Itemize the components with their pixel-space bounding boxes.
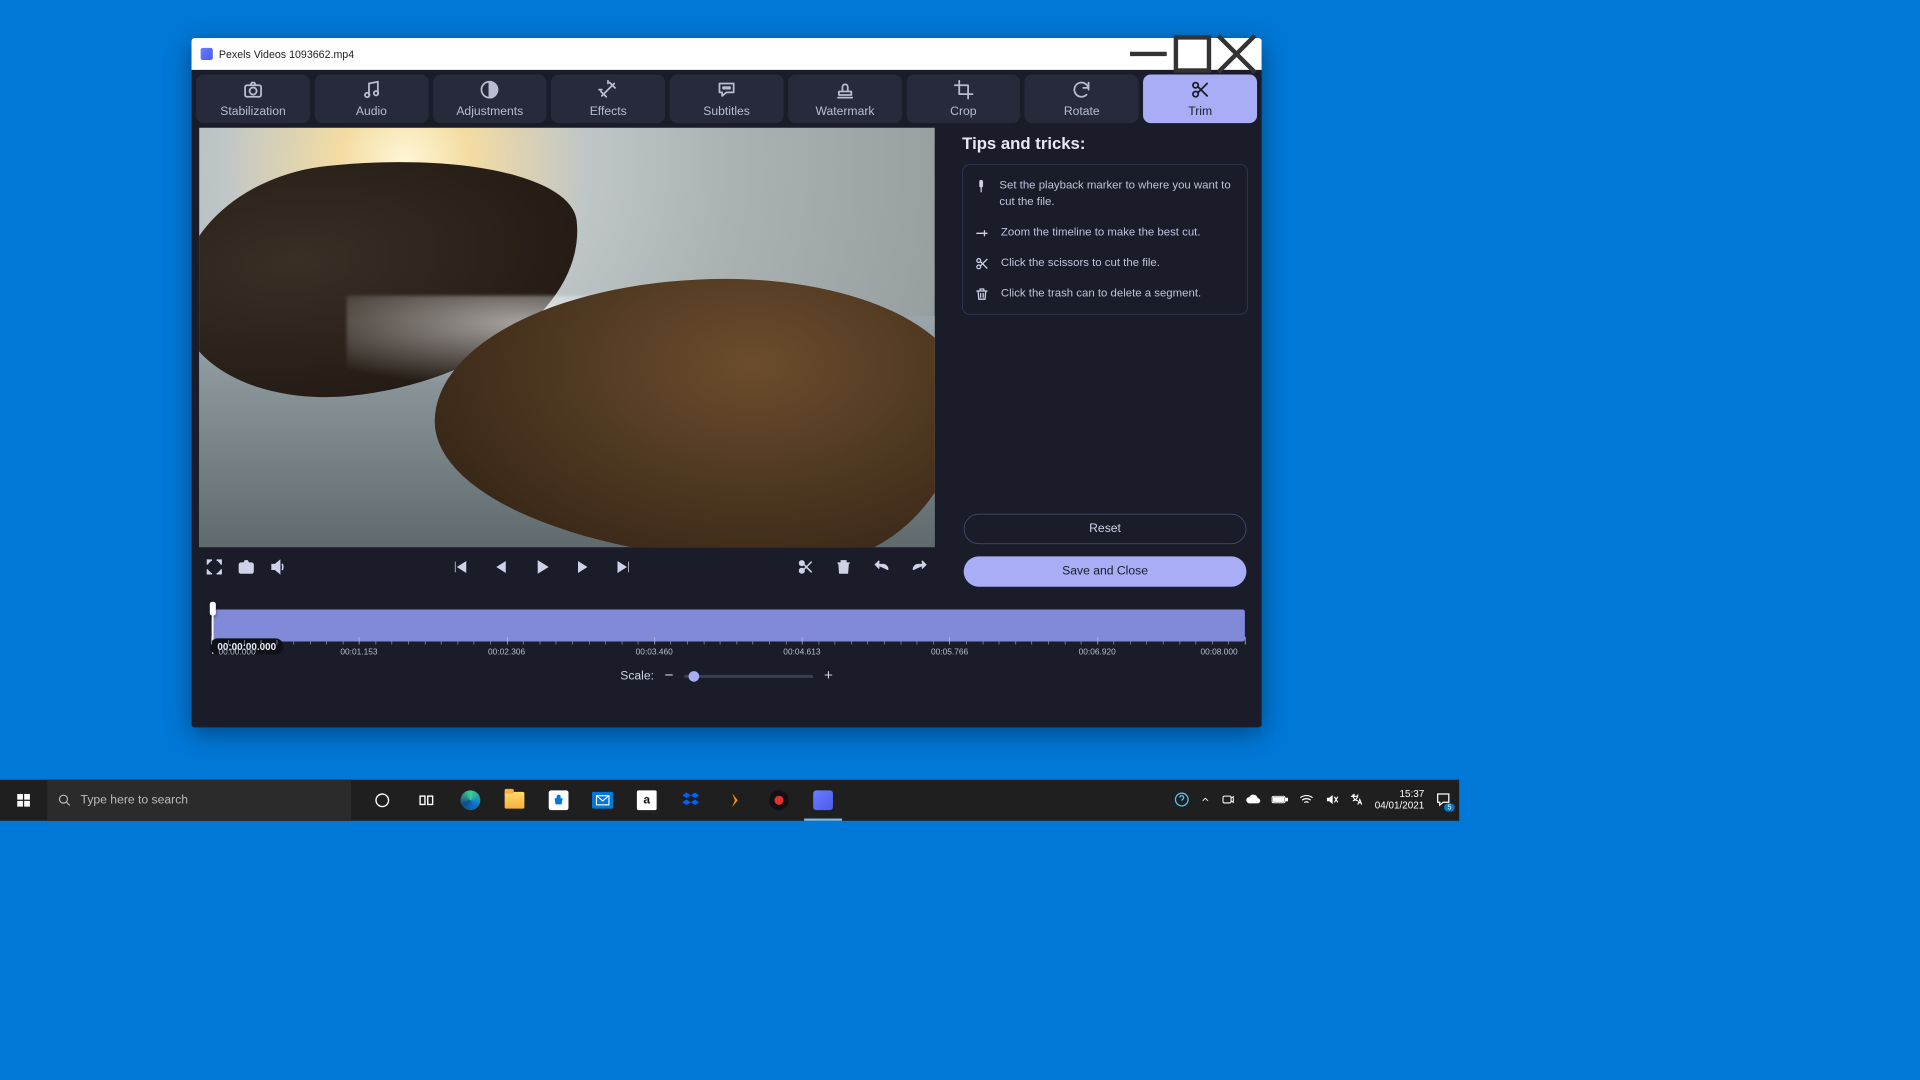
scale-slider[interactable] (684, 675, 813, 678)
taskbar-search[interactable]: Type here to search (47, 780, 351, 821)
undo-button[interactable] (871, 556, 892, 577)
delete-button[interactable] (833, 556, 854, 577)
tips-heading: Tips and tricks: (962, 134, 1248, 154)
tool-trim[interactable]: Trim (1143, 74, 1257, 123)
tray-clock[interactable]: 15:37 04/01/2021 (1375, 789, 1424, 812)
tool-label: Rotate (1064, 105, 1100, 119)
reset-button[interactable]: Reset (964, 514, 1247, 544)
cut-button[interactable] (795, 556, 816, 577)
close-button[interactable] (1214, 38, 1258, 70)
tool-rotate[interactable]: Rotate (1025, 74, 1139, 123)
playback-controls (199, 547, 935, 587)
tray-battery-icon[interactable] (1271, 794, 1288, 807)
timeline-label: 00:08.000 (1200, 648, 1237, 657)
tip-item: Set the playback marker to where you wan… (974, 177, 1237, 210)
timeline[interactable]: 00:00:00.000 00:00.00000:01.15300:02.306… (192, 599, 1262, 691)
scale-minus-button[interactable]: − (665, 667, 674, 684)
tip-item: Click the trash can to delete a segment. (974, 285, 1237, 302)
start-button[interactable] (0, 780, 47, 821)
skip-start-button[interactable] (449, 556, 470, 577)
timeline-label: 00:04.613 (783, 648, 820, 657)
taskbar-app-mail[interactable] (581, 780, 625, 821)
tool-label: Adjustments (456, 105, 523, 119)
window-title: Pexels Videos 1093662.mp4 (219, 48, 354, 60)
tray-language-icon[interactable] (1349, 792, 1364, 809)
tool-label: Audio (356, 105, 387, 119)
taskbar: Type here to search a 15:37 04/01/2021 5 (0, 780, 1459, 821)
tray-meet-icon[interactable] (1221, 792, 1235, 808)
taskbar-app-recorder[interactable] (757, 780, 801, 821)
titlebar: Pexels Videos 1093662.mp4 (192, 38, 1262, 70)
taskbar-app-current[interactable] (801, 780, 845, 821)
tool-label: Crop (950, 105, 976, 119)
app-icon (201, 48, 213, 60)
tool-subtitles[interactable]: Subtitles (670, 74, 784, 123)
timeline-label: 00:05.766 (931, 648, 968, 657)
redo-button[interactable] (909, 556, 930, 577)
playhead[interactable] (210, 602, 216, 616)
tray-onedrive-icon[interactable] (1246, 794, 1261, 807)
taskbar-app-edge[interactable] (448, 780, 492, 821)
tool-effects[interactable]: Effects (551, 74, 665, 123)
taskbar-app-explorer[interactable] (492, 780, 536, 821)
taskbar-app-dropbox[interactable] (669, 780, 713, 821)
tray-chevron-icon[interactable] (1200, 794, 1211, 807)
tip-text: Click the trash can to delete a segment. (1001, 285, 1201, 302)
video-editor-window: Pexels Videos 1093662.mp4 Stabilization A… (192, 38, 1262, 727)
minimize-button[interactable] (1126, 38, 1170, 70)
tip-text: Set the playback marker to where you wan… (999, 177, 1236, 210)
tool-crop[interactable]: Crop (906, 74, 1020, 123)
step-back-button[interactable] (490, 556, 511, 577)
tool-label: Stabilization (220, 105, 286, 119)
tray-help-icon[interactable] (1174, 792, 1189, 809)
tip-item: Click the scissors to cut the file. (974, 254, 1237, 271)
scale-label: Scale: (620, 669, 654, 683)
tool-label: Trim (1188, 105, 1212, 119)
timeline-label: 00:00.000 (219, 648, 256, 657)
tool-label: Subtitles (703, 105, 750, 119)
timeline-label: 00:01.153 (340, 648, 377, 657)
tool-stabilization[interactable]: Stabilization (196, 74, 310, 123)
tool-watermark[interactable]: Watermark (788, 74, 902, 123)
play-button[interactable] (531, 556, 552, 577)
tip-text: Zoom the timeline to make the best cut. (1001, 224, 1201, 241)
tool-adjustments[interactable]: Adjustments (433, 74, 547, 123)
timeline-clip[interactable] (211, 610, 1245, 642)
tool-label: Effects (590, 105, 627, 119)
trash-icon (974, 285, 991, 302)
fullscreen-button[interactable] (204, 556, 225, 577)
zoom-icon (974, 224, 991, 241)
save-close-button[interactable]: Save and Close (964, 556, 1247, 586)
marker-icon (974, 177, 989, 210)
timeline-label: 00:03.460 (636, 648, 673, 657)
timeline-label: 00:06.920 (1079, 648, 1116, 657)
timeline-ruler: 00:00.000 00:01.153 00:02.306 00:03.460 00:0… (211, 640, 1245, 655)
scale-plus-button[interactable]: + (824, 667, 833, 684)
taskbar-app-amazon[interactable]: a (625, 780, 669, 821)
tip-item: Zoom the timeline to make the best cut. (974, 224, 1237, 241)
notif-count: 5 (1444, 803, 1454, 811)
skip-end-button[interactable] (613, 556, 634, 577)
taskbar-app-store[interactable] (537, 780, 581, 821)
taskbar-app-winamp[interactable] (713, 780, 757, 821)
search-placeholder: Type here to search (81, 793, 188, 807)
tray-date: 04/01/2021 (1375, 800, 1424, 811)
scissors-icon (974, 254, 991, 271)
tray-volume-icon[interactable] (1325, 792, 1339, 808)
tool-audio[interactable]: Audio (314, 74, 428, 123)
snapshot-button[interactable] (236, 556, 257, 577)
tray-wifi-icon[interactable] (1299, 793, 1314, 807)
taskbar-taskview[interactable] (404, 780, 448, 821)
tips-panel: Set the playback marker to where you wan… (962, 164, 1248, 314)
tip-text: Click the scissors to cut the file. (1001, 254, 1160, 271)
volume-button[interactable] (268, 556, 289, 577)
taskbar-cortana[interactable] (360, 780, 404, 821)
tool-label: Watermark (815, 105, 874, 119)
toolbar: Stabilization Audio Adjustments Effects Subt… (192, 70, 1262, 128)
timeline-label: 00:02.306 (488, 648, 525, 657)
tray-notifications[interactable]: 5 (1435, 791, 1452, 810)
maximize-button[interactable] (1170, 38, 1214, 70)
video-preview[interactable] (199, 128, 935, 548)
step-forward-button[interactable] (572, 556, 593, 577)
